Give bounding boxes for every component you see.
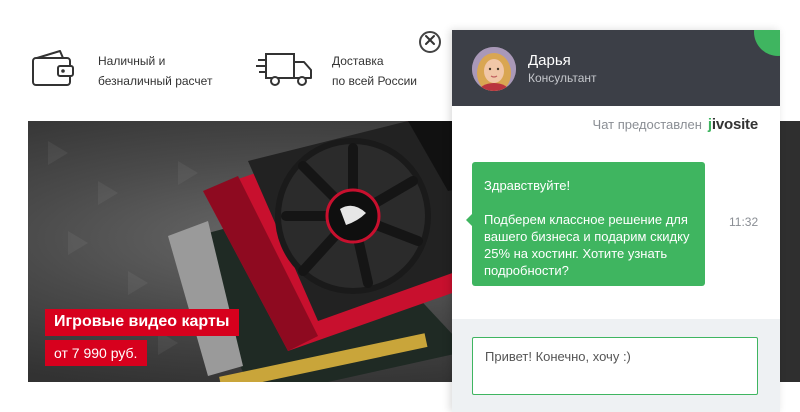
feature-line: безналичный расчет: [98, 74, 213, 88]
chat-widget: Дарья Консультант Чат предоставлен jivos…: [452, 30, 780, 412]
message-greeting: Здравствуйте!: [484, 178, 571, 193]
agent-name: Дарья: [528, 52, 571, 69]
message-time: 11:32: [729, 215, 759, 229]
promo-price[interactable]: от 7 990 руб.: [45, 340, 148, 366]
wallet-icon: [30, 48, 76, 88]
page-background-edge: [780, 121, 800, 382]
message-body: Подберем классное решение для вашего биз…: [484, 212, 690, 278]
chat-composer: Привет! Конечно, хочу :): [452, 319, 780, 412]
chat-header[interactable]: Дарья Консультант: [452, 30, 780, 106]
jivosite-logo[interactable]: jivosite: [708, 116, 758, 133]
chat-close-button[interactable]: [419, 31, 441, 53]
feature-payment-text: Наличный и безналичный расчет: [98, 51, 212, 91]
truck-icon: [256, 48, 314, 88]
feature-delivery-text: Доставка по всей России: [332, 51, 417, 91]
avatar: [472, 47, 516, 91]
provided-by-label: Чат предоставлен: [592, 117, 702, 132]
feature-payment: Наличный и безналичный расчет: [30, 48, 212, 91]
close-icon: [424, 33, 436, 51]
chat-message-bubble: Здравствуйте! Подберем классное решение …: [466, 162, 705, 286]
feature-line: по всей России: [332, 74, 418, 88]
feature-line: Наличный и: [98, 54, 166, 68]
feature-delivery: Доставка по всей России: [256, 48, 417, 91]
promo-title[interactable]: Игровые видео карты: [45, 309, 240, 336]
provided-by[interactable]: Чат предоставлен jivosite: [592, 116, 759, 133]
status-indicator: [754, 30, 780, 56]
agent-role: Консультант: [528, 71, 597, 85]
message-input[interactable]: Привет! Конечно, хочу :): [472, 337, 758, 395]
feature-line: Доставка: [332, 54, 384, 68]
